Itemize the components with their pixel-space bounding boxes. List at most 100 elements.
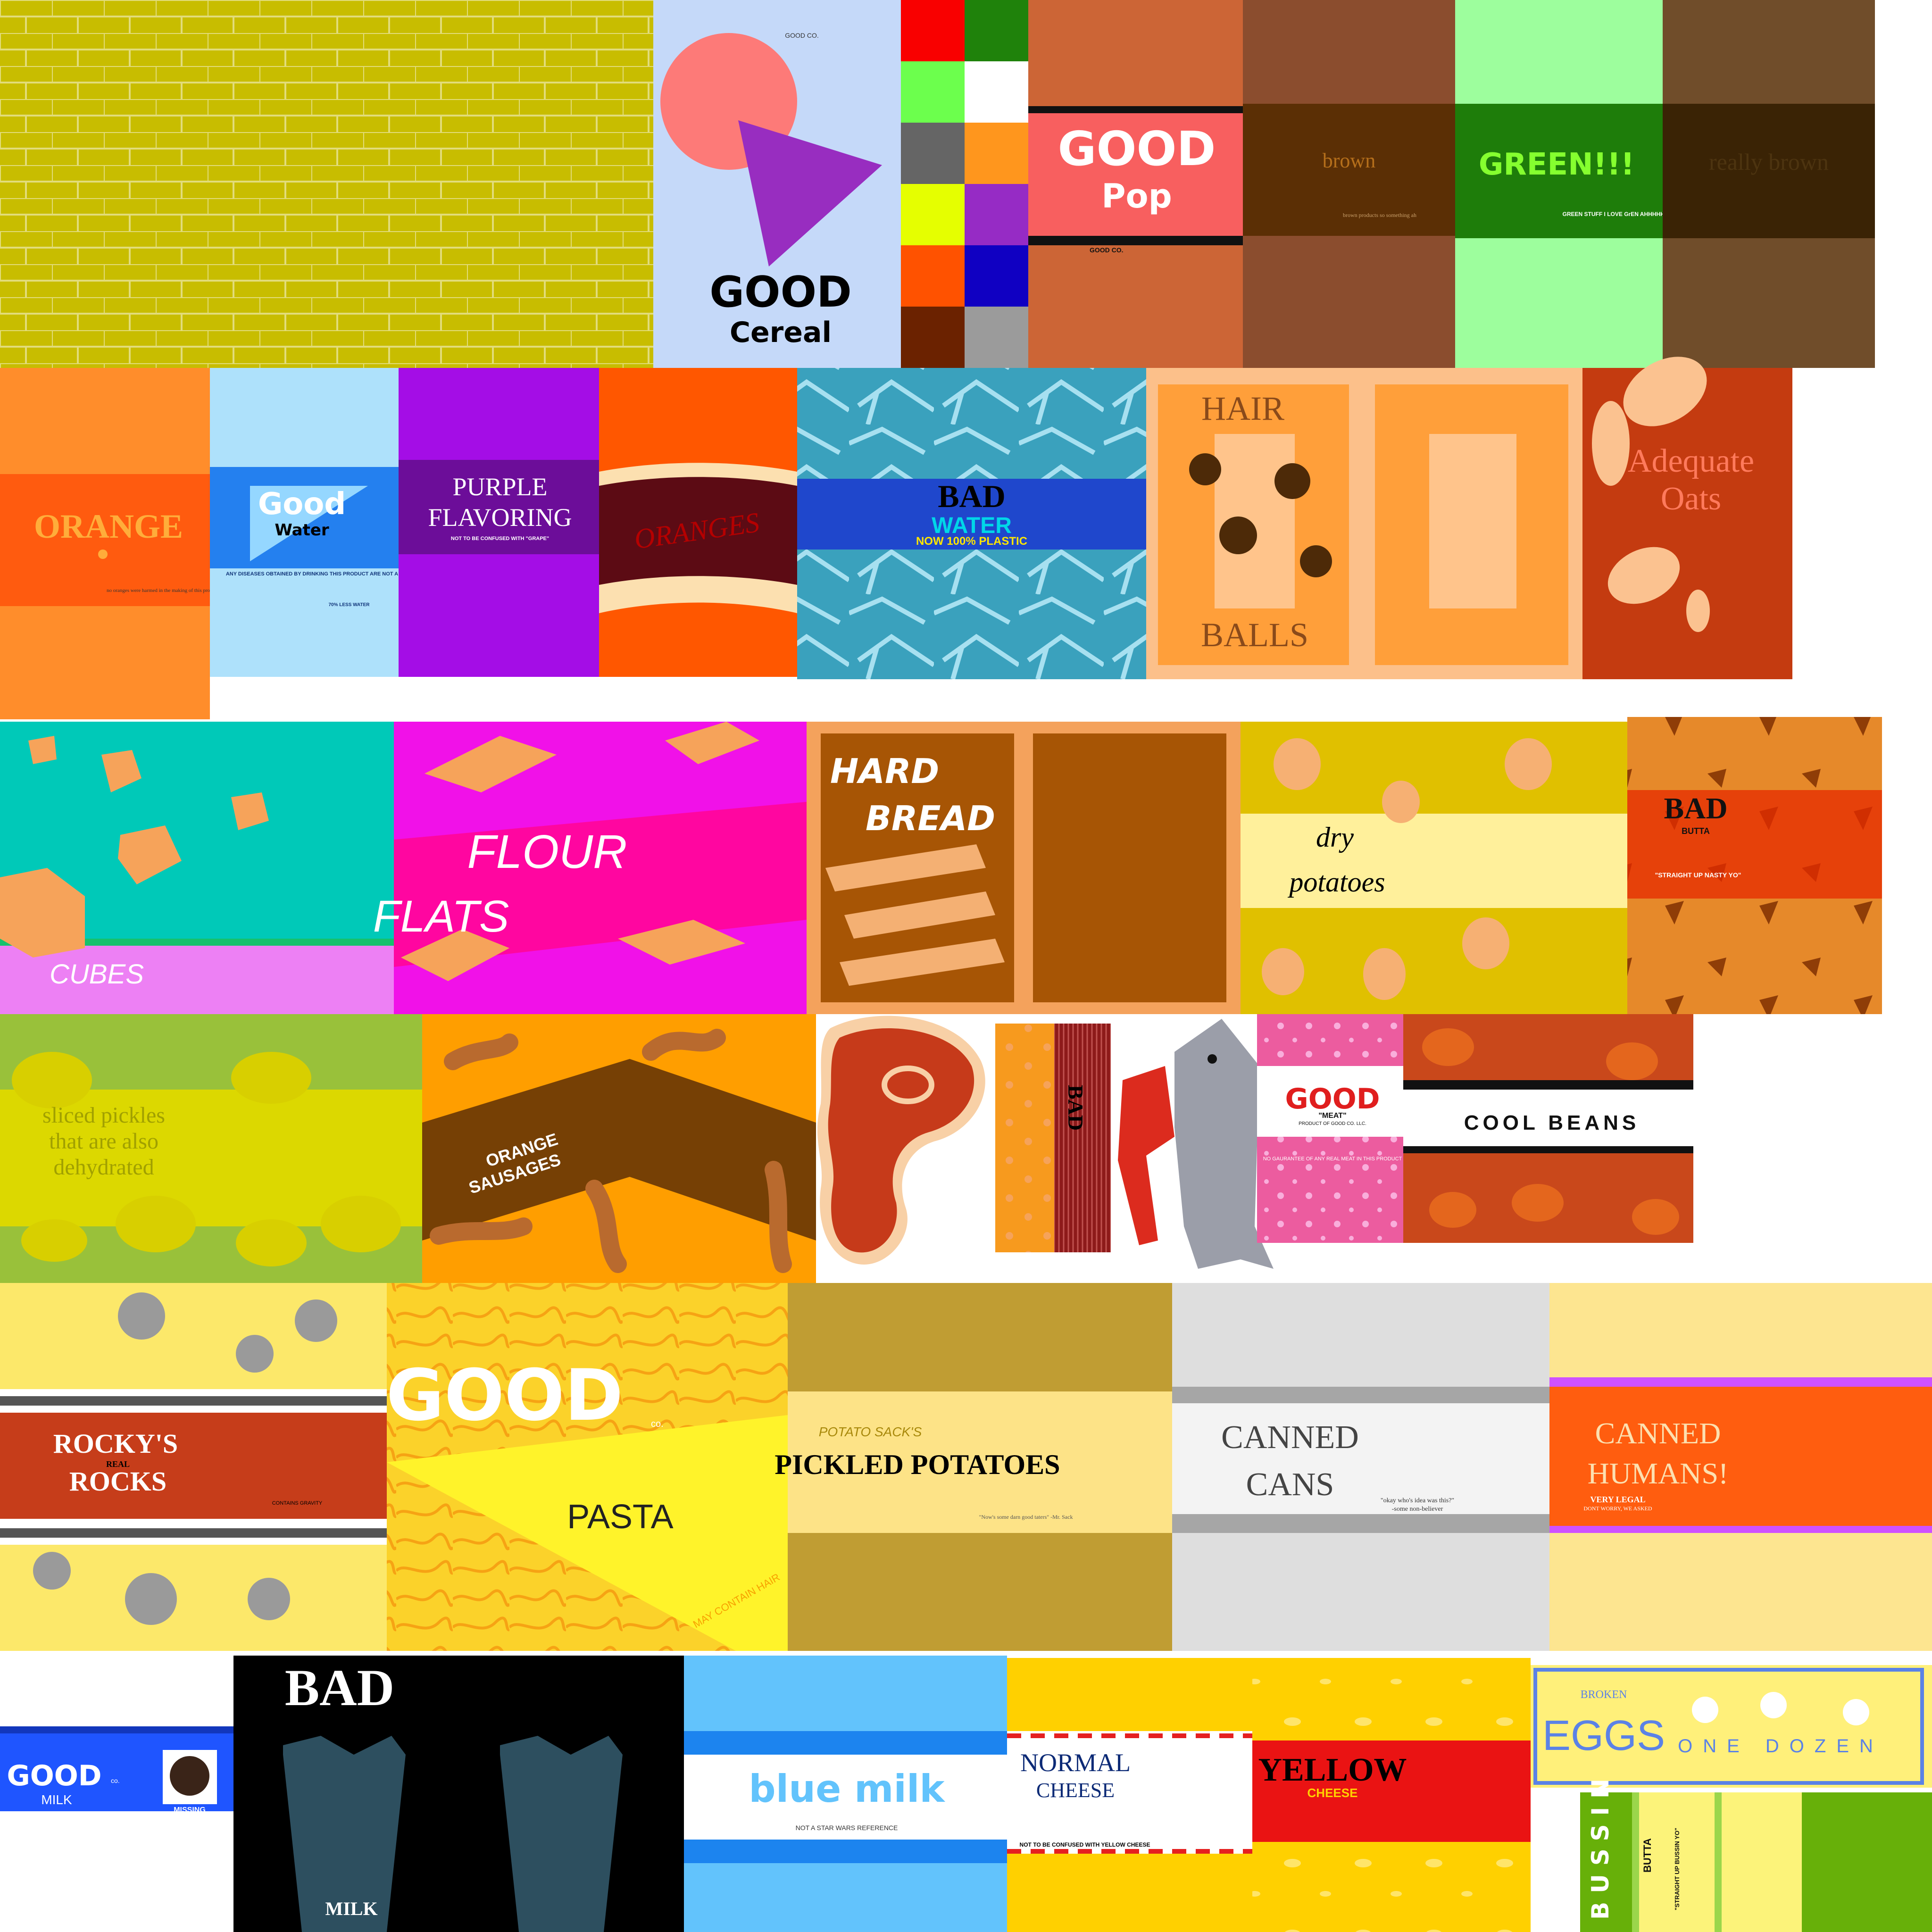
bussin-subtitle: BUTTA [1641,1838,1653,1873]
normal-cheese-line-2: CHEESE [1036,1779,1115,1802]
purple-title-1: PURPLE [452,473,547,501]
pasta-subtitle: PASTA [567,1498,673,1536]
bean-shape [1606,1042,1658,1080]
orange-title: ORANGE [34,508,183,545]
pickle-slice [231,1052,311,1104]
hair-clump [1274,463,1310,499]
yellow-cheese-label: YELLOW CHEESE [1252,1658,1531,1932]
bussin-title: BUSSIN [1587,1770,1614,1920]
really-brown-label: really brown [1663,0,1875,368]
milk-title: GOOD [7,1759,101,1792]
potato-shape [1274,738,1321,790]
bad-water-tagline: NOW 100% PLASTIC [916,535,1027,548]
pickle-slice [321,1196,401,1252]
good-meat-label: GOOD "MEAT" PRODUCT OF GOOD CO. LLC. NO … [1257,1014,1403,1243]
hair-balls-label: HAIR BALLS [1146,368,1582,679]
green-label: GREEN!!! GREEN STUFF I LOVE GrEN AHHHHHH [1455,0,1668,368]
meat-subtitle: "MEAT" [1318,1112,1346,1120]
milk-missing: MISSING [174,1806,206,1814]
potatoes-title-2: potatoes [1287,866,1385,898]
eggs-subtitle: ONE DOZEN [1678,1736,1883,1757]
pop-title: GOOD [1058,121,1216,176]
potato-shape [1262,948,1304,995]
orange-note: no oranges were harmed in the making of … [107,588,219,593]
orange-label: ORANGE no oranges were harmed in the mak… [0,368,219,719]
flour-flats-label: FLOUR FLATS [373,722,807,1014]
meat-title: GOOD [1285,1083,1380,1116]
sliced-pickles-label: sliced pickles that are also dehydrated [0,1014,422,1283]
cans-line-1: CANNED [1221,1419,1359,1456]
bad-sausage-label: BAD [995,1024,1111,1252]
milk-subtitle: MILK [41,1792,72,1807]
pickled-title: PICKLED POTATOES [774,1449,1060,1480]
green-title: GREEN!!! [1479,147,1634,182]
meat-note: NO GAURANTEE OF ANY REAL MEAT IN THIS PR… [1263,1156,1402,1162]
cubes-title: CUBES [50,959,144,990]
rock-shape [248,1578,290,1620]
bussin-butta-label: BUSSIN BUTTA "STRAIGHT UP BUSSIN YO" [1580,1770,1932,1932]
pickled-quote: "Now's some darn good taters" -Mr. Sack [979,1514,1073,1520]
pasta-title: GOOD [386,1355,624,1437]
rockys-rocks-label: ROCKY'S REAL ROCKS CONTAINS GRAVITY [0,1283,387,1651]
bad-water-title: BAD [938,478,1006,514]
bean-shape [1512,1184,1564,1222]
blue-milk-note: NOT A STAR WARS REFERENCE [796,1824,898,1832]
oat-shape [1592,401,1630,486]
eggs-brand: BROKEN [1581,1689,1627,1701]
oats-title-2: Oats [1661,481,1721,517]
flour-title-1: FLOUR [467,825,627,878]
color-swatch-grid [901,0,1028,368]
canned-humans-label: CANNED HUMANS! VERY LEGAL DONT WORRY, WE… [1549,1283,1932,1651]
pickle-slice [21,1219,87,1262]
cans-line-2: CANS [1246,1466,1334,1503]
purple-title-2: FLAVORING [428,503,572,532]
pickles-line-1: sliced pickles [42,1103,165,1128]
milk-glass [500,1736,623,1932]
meat-byline: PRODUCT OF GOOD CO. LLC. [1299,1121,1366,1126]
fish-shape [1118,1019,1274,1269]
bad-milk-subtitle: MILK [325,1898,377,1919]
potato-shape [1363,948,1406,1000]
bad-milk-label: BAD MILK [233,1656,684,1932]
good-pop-label: GOOD Pop GOOD CO. [1028,0,1243,368]
brown-label: brown brown products so something ah [1243,0,1455,368]
normal-cheese-label: NORMAL CHEESE NOT TO BE CONFUSED WITH YE… [1007,1658,1252,1932]
brown-title: brown [1323,149,1375,172]
oranges-label: ORANGES [599,368,797,677]
rock-shape [33,1552,71,1590]
hair-clump [1189,453,1221,485]
blue-milk-label: blue milk NOT A STAR WARS REFERENCE [684,1656,1007,1932]
milk-suffix: co. [111,1777,120,1784]
pop-subtitle: Pop [1101,177,1172,216]
water-footer: 70% LESS WATER [328,602,370,608]
potato-shape [1382,781,1420,823]
humans-line-2: HUMANS! [1588,1457,1729,1490]
rock-shape [236,1335,274,1373]
texture-atlas: GOOD CO. GOOD Cereal GOOD Pop GOOD CO. b… [0,0,1932,1932]
bread-title-2: BREAD [866,799,995,838]
rock-shape [118,1292,165,1340]
pop-brand: GOOD CO. [1090,246,1124,254]
butta-subtitle: BUTTA [1682,826,1710,836]
sausage-shape [430,1217,533,1245]
bean-shape [1429,1192,1476,1228]
rock-shape [125,1573,177,1625]
rocks-line-1: ROCKY'S [53,1428,178,1459]
yellow-cheese-subtitle: CHEESE [1307,1786,1358,1800]
good-cereal-label: GOOD CO. GOOD Cereal [653,0,901,368]
potatoes-brand: POTATO SACK'S [819,1424,922,1439]
hair-title-1: HAIR [1201,390,1284,427]
good-milk-label: GOOD co. MILK MISSING [0,1726,233,1814]
potato-shape [1505,738,1552,790]
blue-milk-title: blue milk [749,1767,945,1811]
cereal-brand: GOOD CO. [785,32,819,39]
pickles-line-2: that are also [49,1129,158,1154]
pickle-slice [116,1196,196,1252]
green-note: GREEN STUFF I LOVE GrEN AHHHHHH [1563,211,1669,217]
bean-shape [1422,1028,1474,1066]
cans-quote: "okay who's idea was this?" [1381,1497,1454,1504]
hair-title-2: BALLS [1201,616,1308,654]
avatar [170,1756,209,1796]
egg-shape [1760,1692,1787,1718]
cereal-title: GOOD [709,267,852,317]
